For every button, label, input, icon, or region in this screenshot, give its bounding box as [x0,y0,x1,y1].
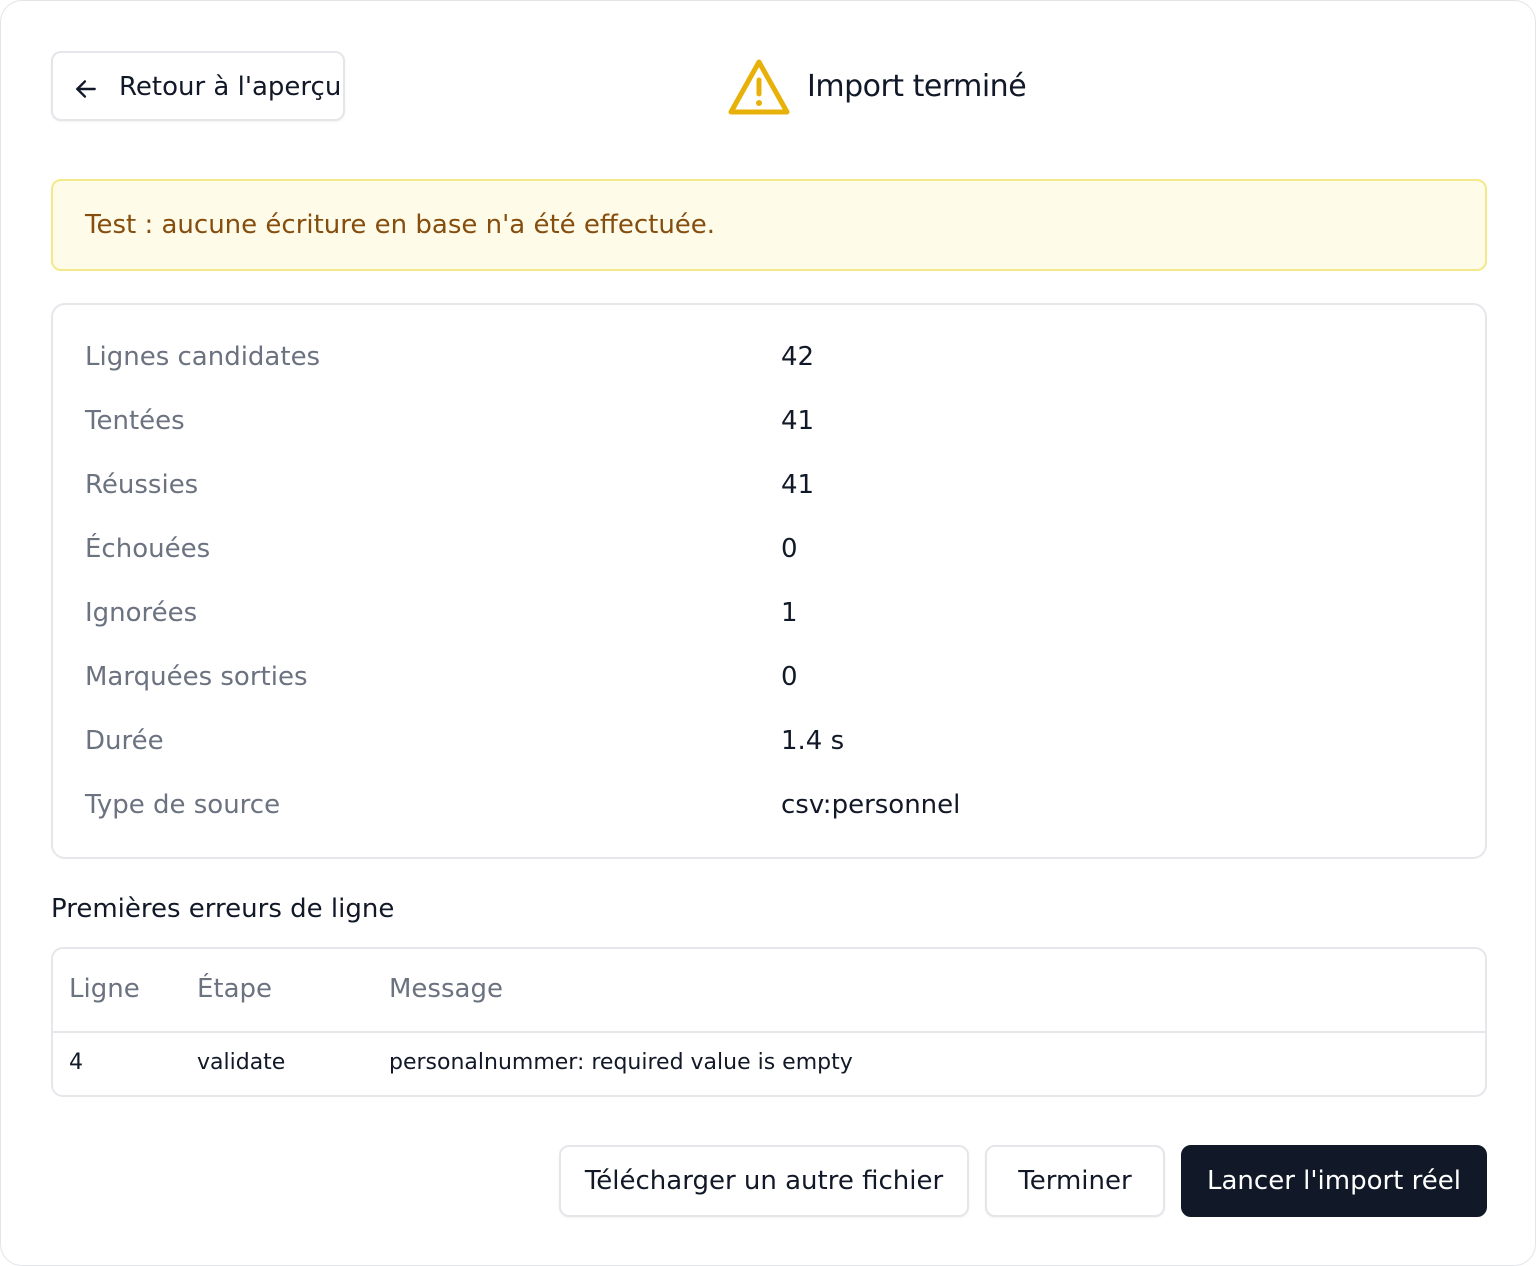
cell-line: 4 [69,1050,83,1075]
cell-step: validate [197,1050,286,1075]
test-mode-alert: Test : aucune écriture en base n'a été e… [51,179,1487,271]
import-stats-panel: Lignes candidates 42 Tentées 41 Réussies… [51,303,1487,859]
alert-text: Test : aucune écriture en base n'a été e… [85,210,716,240]
stat-row: Lignes candidates 42 [53,325,1485,389]
stat-value: 1 [781,598,798,628]
arrow-left-icon [76,80,96,98]
run-real-import-button[interactable]: Lancer l'import réel [1181,1145,1487,1217]
back-button-label: Retour à l'aperçu [119,72,342,102]
stat-value: 0 [781,534,798,564]
stat-label: Type de source [85,790,281,820]
errors-table: Ligne Étape Message 4 validate personaln… [51,947,1487,1097]
stat-value: csv:personnel [781,790,961,820]
stat-label: Durée [85,726,164,756]
cell-message: personalnummer: required value is empty [389,1050,853,1075]
stat-label: Réussies [85,470,199,500]
warning-icon [728,59,790,115]
stat-row: Durée 1.4 s [53,709,1485,773]
stat-label: Ignorées [85,598,198,628]
errors-section-title: Premières erreurs de ligne [51,894,395,924]
column-header-step: Étape [197,974,273,1004]
stat-row: Échouées 0 [53,517,1485,581]
stat-label: Échouées [85,534,211,564]
stat-label: Tentées [85,406,185,436]
table-header: Ligne Étape Message [53,949,1485,1033]
stat-value: 41 [781,406,815,436]
stat-value: 1.4 s [781,726,845,756]
stat-row: Marquées sorties 0 [53,645,1485,709]
stat-value: 41 [781,470,815,500]
upload-another-file-button[interactable]: Télécharger un autre fichier [559,1145,969,1217]
page-title: Import terminé [807,69,1027,104]
back-to-preview-button[interactable]: Retour à l'aperçu [51,51,345,121]
stat-row: Type de source csv:personnel [53,773,1485,837]
finish-button[interactable]: Terminer [985,1145,1165,1217]
table-row: 4 validate personalnummer: required valu… [53,1033,1485,1095]
column-header-line: Ligne [69,974,140,1004]
stat-label: Marquées sorties [85,662,308,692]
stat-value: 0 [781,662,798,692]
column-header-message: Message [389,974,503,1004]
stat-row: Ignorées 1 [53,581,1485,645]
stat-row: Tentées 41 [53,389,1485,453]
stat-label: Lignes candidates [85,342,321,372]
stat-row: Réussies 41 [53,453,1485,517]
stat-value: 42 [781,342,815,372]
import-result-card: Retour à l'aperçu Import terminé Test : … [0,0,1536,1266]
